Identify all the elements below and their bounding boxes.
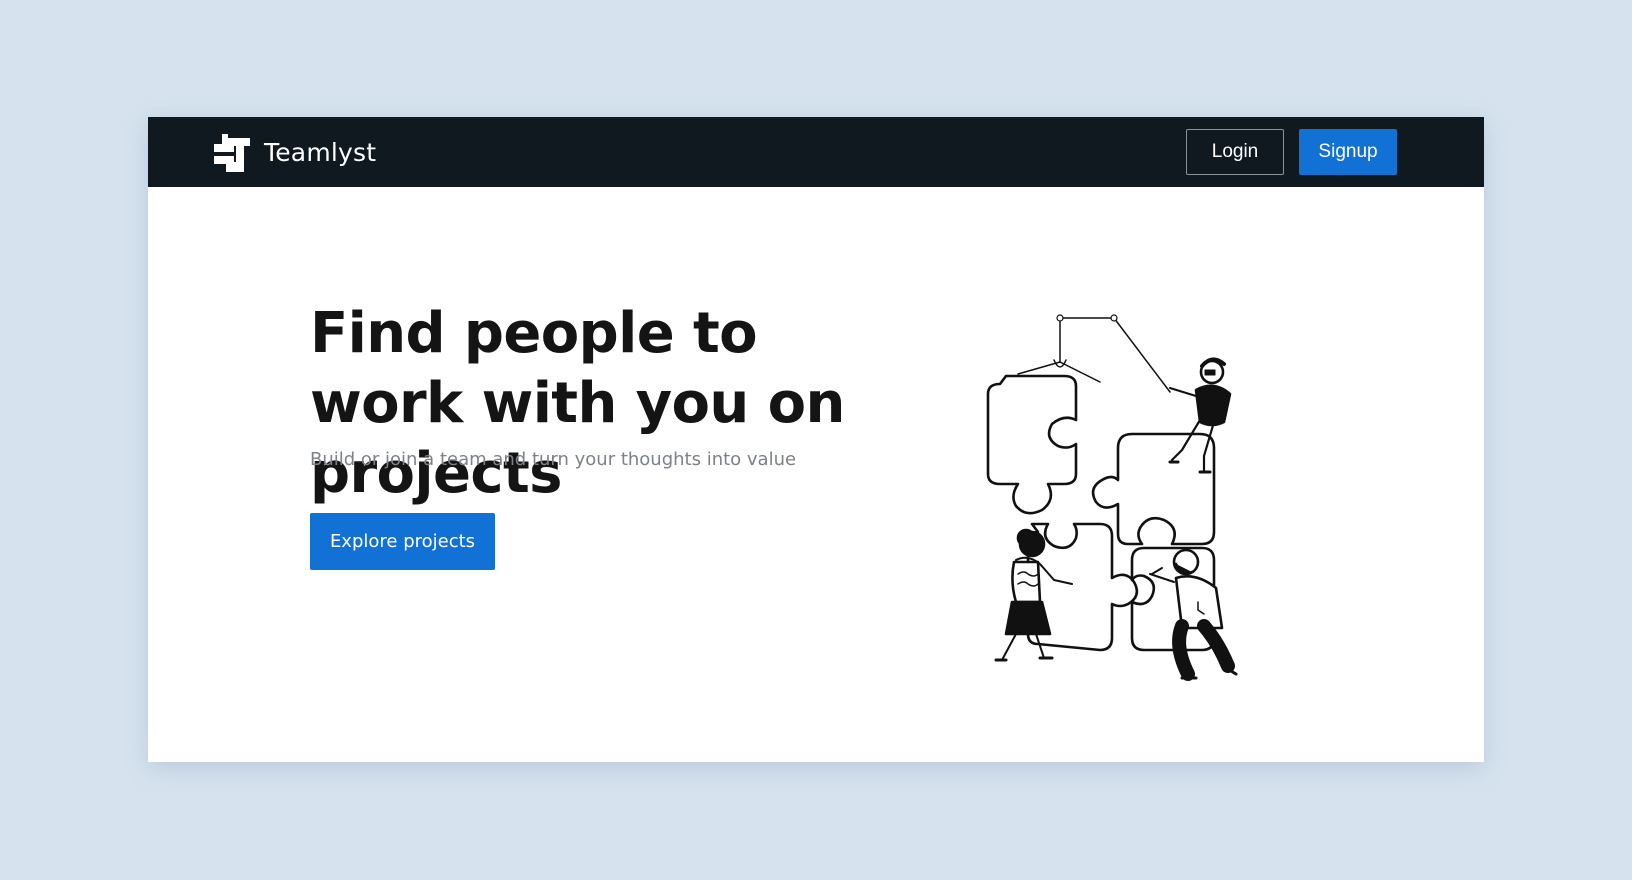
- browser-window: Teamlyst Login Signup Find people to wor…: [148, 117, 1484, 762]
- hero-section: Find people to work with you on projects…: [148, 187, 1484, 762]
- explore-projects-button[interactable]: Explore projects: [310, 513, 495, 570]
- login-button[interactable]: Login: [1186, 129, 1284, 175]
- teamlyst-logo-icon: [214, 134, 250, 172]
- brand-name: Teamlyst: [264, 137, 377, 167]
- navbar: Teamlyst Login Signup: [148, 117, 1484, 187]
- brand[interactable]: Teamlyst: [212, 132, 376, 172]
- puzzle-teamwork-illustration: [986, 314, 1238, 681]
- nav-actions: Login Signup: [1186, 129, 1397, 175]
- signup-button[interactable]: Signup: [1299, 129, 1397, 175]
- hero-subtitle: Build or join a team and turn your thoug…: [310, 449, 797, 470]
- hero-title: Find people to work with you on projects: [310, 301, 845, 506]
